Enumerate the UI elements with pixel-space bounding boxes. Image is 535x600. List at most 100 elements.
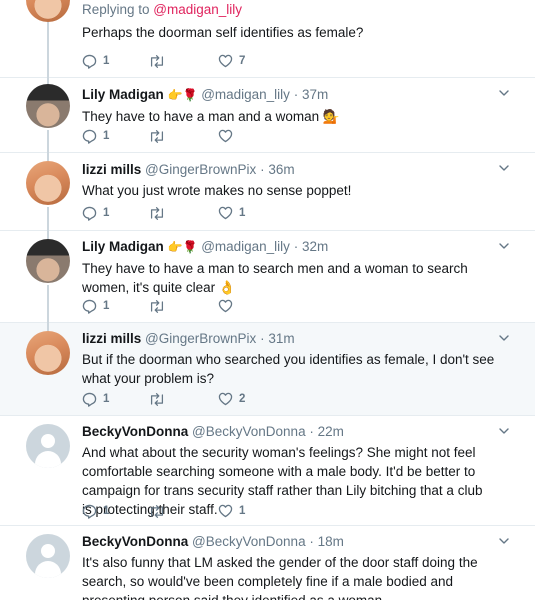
- reply-count: 1: [103, 505, 110, 517]
- author-name[interactable]: BeckyVonDonna: [82, 424, 188, 439]
- thread-line: [47, 22, 49, 78]
- author-handle[interactable]: @madigan_lily: [201, 87, 290, 102]
- separator: ·: [260, 331, 265, 346]
- reply-button[interactable]: 1: [82, 128, 109, 144]
- thread-line: [47, 285, 49, 323]
- like-count: 1: [239, 207, 246, 219]
- reply-icon: [82, 504, 97, 519]
- chevron-down-icon[interactable]: [499, 163, 509, 173]
- avatar[interactable]: [26, 0, 70, 22]
- timestamp[interactable]: 22m: [318, 424, 344, 439]
- timestamp[interactable]: 18m: [318, 534, 344, 549]
- heart-icon: [218, 129, 233, 143]
- author-name[interactable]: Lily Madigan: [82, 87, 164, 102]
- like-button[interactable]: 1: [218, 503, 245, 519]
- tweet-header: BeckyVonDonna @BeckyVonDonna · 22m: [82, 423, 495, 440]
- like-count: 7: [239, 55, 246, 67]
- tweet[interactable]: lizzi mills @GingerBrownPix · 36m What y…: [0, 153, 535, 231]
- timestamp[interactable]: 31m: [268, 331, 294, 346]
- retweet-button[interactable]: [148, 128, 172, 144]
- tweet-header: lizzi mills @GingerBrownPix · 36m: [82, 161, 495, 178]
- author-handle[interactable]: @GingerBrownPix: [145, 162, 256, 177]
- author-handle[interactable]: @GingerBrownPix: [145, 331, 256, 346]
- separator: ·: [293, 87, 299, 102]
- tweet[interactable]: Lily Madigan 👉🌹 @madigan_lily · 37m They…: [0, 78, 535, 153]
- tweet-text: Perhaps the doorman self identifies as f…: [82, 25, 364, 40]
- like-count: 1: [239, 505, 246, 517]
- avatar[interactable]: [26, 84, 70, 128]
- separator: ·: [309, 534, 314, 549]
- retweet-icon: [150, 392, 164, 406]
- heart-icon: [218, 392, 233, 406]
- thread-line: [47, 130, 49, 153]
- tweet-header: Lily Madigan 👉🌹 @madigan_lily · 37m: [82, 86, 495, 104]
- separator: ·: [260, 162, 265, 177]
- retweet-button[interactable]: [148, 205, 172, 221]
- retweet-icon: [150, 129, 164, 143]
- tweet[interactable]: Lily Madigan 👉🌹 @madigan_lily · 32m They…: [0, 231, 535, 323]
- reply-button[interactable]: 1: [82, 503, 109, 519]
- reply-button[interactable]: 1: [82, 298, 109, 314]
- chevron-down-icon[interactable]: [499, 88, 509, 98]
- timestamp[interactable]: 32m: [302, 239, 328, 254]
- replying-to-mention[interactable]: @madigan_lily: [153, 2, 242, 17]
- separator: ·: [293, 239, 299, 254]
- avatar[interactable]: [26, 161, 70, 205]
- reply-icon: [82, 392, 97, 407]
- retweet-icon: [150, 206, 164, 220]
- thread-line: [47, 153, 49, 161]
- reply-count: 1: [103, 300, 110, 312]
- chevron-down-icon[interactable]: [499, 426, 509, 436]
- tweet-text: It's also funny that LM asked the gender…: [82, 555, 478, 600]
- tweet-text: They have to have a man to search men an…: [82, 261, 468, 295]
- avatar[interactable]: [26, 331, 70, 375]
- like-button[interactable]: [218, 298, 239, 314]
- retweet-button[interactable]: [148, 298, 172, 314]
- tweet-thread: Replying to @madigan_lily Perhaps the do…: [0, 0, 535, 600]
- author-name[interactable]: lizzi mills: [82, 331, 141, 346]
- author-handle[interactable]: @BeckyVonDonna: [192, 534, 306, 549]
- author-name[interactable]: Lily Madigan: [82, 239, 164, 254]
- avatar[interactable]: [26, 239, 70, 283]
- tweet[interactable]: Replying to @madigan_lily Perhaps the do…: [0, 0, 535, 78]
- reply-icon: [82, 129, 97, 144]
- timestamp[interactable]: 37m: [302, 87, 328, 102]
- focused-tweet[interactable]: lizzi mills @GingerBrownPix · 31m But if…: [0, 323, 535, 416]
- reply-button[interactable]: 1: [82, 205, 109, 221]
- like-button[interactable]: 2: [218, 391, 245, 407]
- reply-icon: [82, 206, 97, 221]
- default-avatar-icon[interactable]: [26, 424, 70, 468]
- author-name[interactable]: lizzi mills: [82, 162, 141, 177]
- like-count: 2: [239, 393, 246, 405]
- retweet-button[interactable]: [148, 391, 172, 407]
- reply-count: 1: [103, 55, 110, 67]
- reply-button[interactable]: 1: [82, 391, 109, 407]
- like-button[interactable]: 7: [218, 53, 245, 69]
- author-name[interactable]: BeckyVonDonna: [82, 534, 188, 549]
- tweet-header: BeckyVonDonna @BeckyVonDonna · 18m: [82, 533, 495, 550]
- chevron-down-icon[interactable]: [499, 536, 509, 546]
- reply-button[interactable]: 1: [82, 53, 109, 69]
- author-handle[interactable]: @BeckyVonDonna: [192, 424, 306, 439]
- name-emoji: 👉🌹: [167, 240, 198, 254]
- retweet-button[interactable]: [148, 53, 172, 69]
- tweet[interactable]: BeckyVonDonna @BeckyVonDonna · 22m And w…: [0, 416, 535, 526]
- thread-line: [47, 231, 49, 239]
- author-handle[interactable]: @madigan_lily: [201, 239, 290, 254]
- reply-icon: [82, 54, 97, 69]
- chevron-down-icon[interactable]: [499, 241, 509, 251]
- tweet-text: What you just wrote makes no sense poppe…: [82, 183, 352, 198]
- tweet-header: lizzi mills @GingerBrownPix · 31m: [82, 330, 495, 347]
- retweet-button[interactable]: [148, 503, 172, 519]
- tweet[interactable]: BeckyVonDonna @BeckyVonDonna · 18m It's …: [0, 526, 535, 600]
- timestamp[interactable]: 36m: [268, 162, 294, 177]
- tweet-text: And what about the security woman's feel…: [82, 445, 483, 517]
- heart-icon: [218, 299, 233, 313]
- like-button[interactable]: [218, 128, 239, 144]
- tweet-header: Lily Madigan 👉🌹 @madigan_lily · 32m: [82, 238, 495, 256]
- default-avatar-icon[interactable]: [26, 534, 70, 578]
- heart-icon: [218, 54, 233, 68]
- chevron-down-icon[interactable]: [499, 333, 509, 343]
- like-button[interactable]: 1: [218, 205, 245, 221]
- reply-count: 1: [103, 207, 110, 219]
